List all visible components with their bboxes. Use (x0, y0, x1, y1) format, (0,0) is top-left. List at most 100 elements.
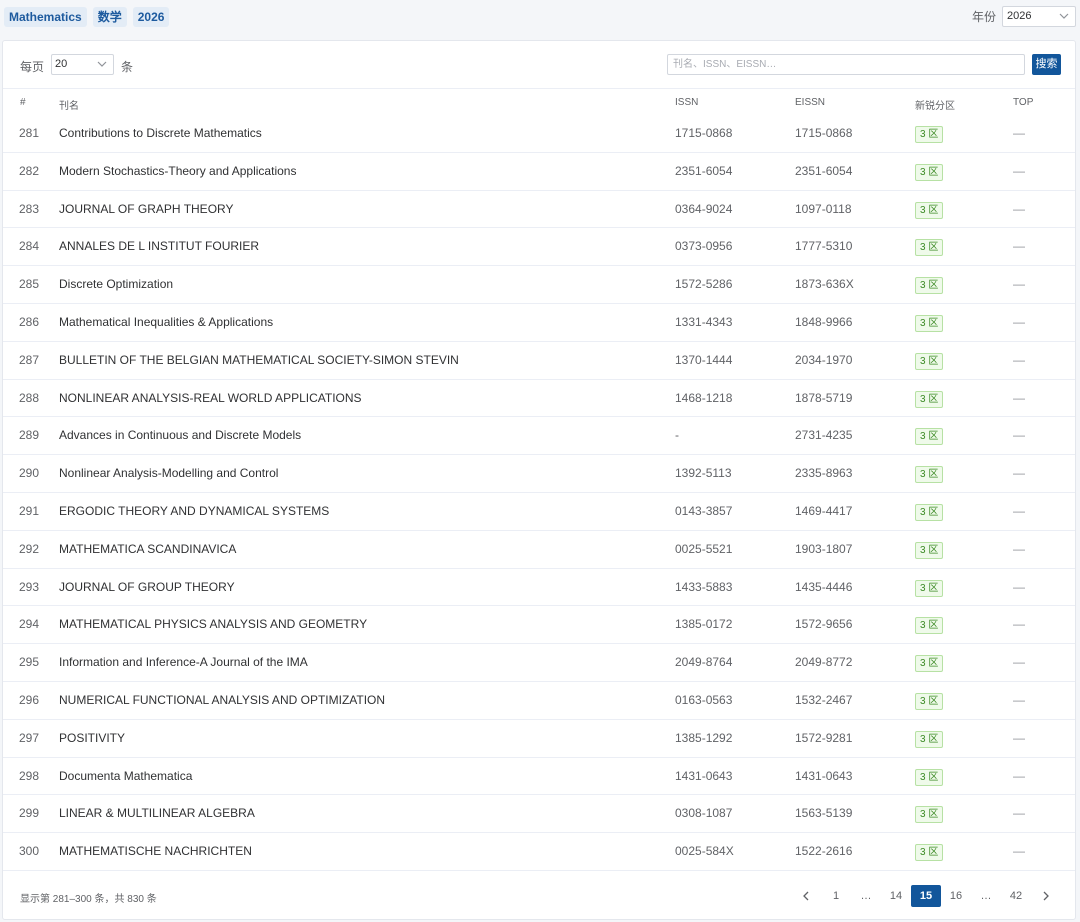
journal-name: Contributions to Discrete Mathematics (59, 126, 262, 140)
journal-name: MATHEMATICA SCANDINAVICA (59, 541, 237, 556)
zone-cell: 3 区 (915, 314, 944, 332)
table-row[interactable]: 289 Advances in Continuous and Discrete M… (3, 417, 1075, 456)
tag-subject-en[interactable]: Mathematics (4, 7, 87, 27)
row-index: 296 (19, 692, 40, 707)
eissn-value: 1572-9656 (795, 617, 853, 632)
page-ellipsis[interactable]: … (971, 885, 1001, 907)
eissn-value: 1563-5139 (795, 806, 853, 821)
page-ellipsis[interactable]: … (851, 885, 881, 907)
zone-cell: 3 区 (915, 541, 944, 559)
table-row[interactable]: 282 Modern Stochastics-Theory and Applica… (3, 153, 1075, 191)
zone-cell: 3 区 (915, 390, 944, 408)
table-row[interactable]: 298 Documenta Mathematica 1431-0643 1431-06… (3, 758, 1075, 796)
column-header-top: TOP (1013, 97, 1034, 108)
table-row[interactable]: 299 LINEAR & MULTILINEAR ALGEBRA 0308-1087… (3, 795, 1075, 834)
next-page-button[interactable] (1031, 885, 1061, 907)
tag-year[interactable]: 2026 (132, 7, 170, 27)
table-row[interactable]: 285 Discrete Optimization 1572-5286 1873-63… (3, 266, 1075, 304)
page-button-16[interactable]: 16 (941, 885, 971, 907)
issn-value: 1468-1218 (675, 390, 733, 405)
issn-value: 0025-584X (675, 844, 734, 859)
zone-badge: 3 区 (915, 163, 944, 181)
top-value: — (1013, 692, 1025, 707)
table-footer: 显示第 281–300 条，共 830 条 1 … 14 15 16 … 42 (3, 873, 1075, 919)
row-index: 295 (19, 655, 40, 670)
table-row[interactable]: 292 MATHEMATICA SCANDINAVICA 0025-5521 1903… (3, 531, 1075, 569)
prev-page-button[interactable] (791, 885, 821, 907)
journal-name: Mathematical Inequalities & Applications (59, 314, 274, 329)
tag-subject-cn[interactable]: 数学 (92, 7, 127, 27)
journal-name: BULLETIN OF THE BELGIAN MATHEMATICAL SOC… (59, 352, 459, 367)
zone-badge: 3 区 (915, 730, 944, 748)
year-select[interactable]: 2026 (1002, 6, 1076, 27)
table-row[interactable]: 296 NUMERICAL FUNCTIONAL ANALYSIS AND OPT… (3, 682, 1075, 720)
eissn-value: 1532-2467 (795, 692, 853, 707)
year-select-value: 2026 (1007, 10, 1032, 22)
zone-cell: 3 区 (915, 692, 944, 710)
row-index: 291 (19, 503, 40, 518)
row-index: 290 (19, 466, 40, 481)
table-row[interactable]: 291 ERGODIC THEORY AND DYNAMICAL SYSTEMS 0… (3, 493, 1075, 531)
issn-value: 2351-6054 (675, 163, 733, 178)
table-row[interactable]: 284 ANNALES DE L INSTITUT FOURIER 0373-095… (3, 228, 1075, 267)
page-button-1[interactable]: 1 (821, 885, 851, 907)
journal-name: Documenta Mathematica (59, 768, 193, 783)
page-button-14[interactable]: 14 (881, 885, 911, 907)
table-row[interactable]: 293 JOURNAL OF GROUP THEORY 1433-5883 1435-… (3, 569, 1075, 607)
journal-name: ERGODIC THEORY AND DYNAMICAL SYSTEMS (59, 503, 330, 518)
top-value: — (1013, 466, 1025, 481)
page-button-42[interactable]: 42 (1001, 885, 1031, 907)
issn-value: - (675, 428, 679, 443)
top-value: — (1013, 768, 1025, 783)
column-header-zone: 新锐分区 (915, 101, 955, 112)
page-button-15[interactable]: 15 (911, 885, 941, 907)
table-row[interactable]: 287 BULLETIN OF THE BELGIAN MATHEMATICAL … (3, 342, 1075, 380)
eissn-value: 2034-1970 (795, 352, 853, 367)
zone-badge: 3 区 (915, 541, 944, 559)
zone-cell: 3 区 (915, 730, 944, 748)
eissn-value: 1572-9281 (795, 730, 853, 745)
top-bar: Mathematics 数学 2026 年份 2026 (0, 0, 1080, 36)
zone-badge: 3 区 (915, 768, 944, 786)
zone-cell: 3 区 (915, 276, 944, 295)
table-row[interactable]: 300 MATHEMATISCHE NACHRICHTEN 0025-584X 152… (3, 833, 1075, 871)
journal-name: LINEAR & MULTILINEAR ALGEBRA (59, 806, 255, 821)
table-row[interactable]: 295 Information and Inference-A Journal o… (3, 644, 1075, 682)
issn-value: 2049-8764 (675, 655, 733, 670)
page-size-select[interactable]: 20 (51, 54, 114, 75)
eissn-value: 1435-4446 (795, 579, 853, 594)
zone-badge: 3 区 (915, 201, 944, 219)
zone-cell: 3 区 (915, 427, 944, 446)
issn-value: 0373-0956 (675, 239, 733, 254)
table-toolbar: 每页 20 条 搜索 (3, 41, 1075, 89)
eissn-value: 1873-636X (795, 277, 854, 292)
zone-cell: 3 区 (915, 654, 944, 673)
journal-name: NUMERICAL FUNCTIONAL ANALYSIS AND OPTIMI… (59, 692, 386, 707)
table-row[interactable]: 286 Mathematical Inequalities & Applicati… (3, 304, 1075, 342)
eissn-value: 2335-8963 (795, 466, 853, 481)
zone-cell: 3 区 (915, 579, 944, 597)
zone-badge: 3 区 (915, 390, 944, 408)
table-row[interactable]: 297 POSITIVITY 1385-1292 1572-9281 3 区 — (3, 720, 1075, 758)
top-value: — (1013, 655, 1025, 670)
issn-value: 1715-0868 (675, 126, 733, 140)
top-value: — (1013, 806, 1025, 821)
top-value: — (1013, 844, 1025, 859)
table-row[interactable]: 290 Nonlinear Analysis-Modelling and Cont… (3, 455, 1075, 493)
search-input[interactable] (667, 54, 1025, 75)
table-row[interactable]: 281 Contributions to Discrete Mathematics… (3, 115, 1075, 153)
zone-cell: 3 区 (915, 805, 944, 824)
table-row[interactable]: 283 JOURNAL OF GRAPH THEORY 0364-9024 1097-… (3, 191, 1075, 229)
zone-cell: 3 区 (915, 843, 944, 862)
table-row[interactable]: 294 MATHEMATICAL PHYSICS ANALYSIS AND GEO… (3, 606, 1075, 645)
row-index: 298 (19, 768, 40, 783)
journal-name: MATHEMATISCHE NACHRICHTEN (59, 844, 252, 859)
zone-cell: 3 区 (915, 768, 944, 786)
table-row[interactable]: 288 NONLINEAR ANALYSIS-REAL WORLD APPLICA… (3, 380, 1075, 418)
issn-value: 1385-0172 (675, 617, 733, 632)
eissn-value: 1469-4417 (795, 503, 853, 518)
issn-value: 1370-1444 (675, 352, 733, 367)
row-index: 285 (19, 277, 40, 292)
top-value: — (1013, 277, 1025, 292)
search-button[interactable]: 搜索 (1032, 54, 1061, 75)
